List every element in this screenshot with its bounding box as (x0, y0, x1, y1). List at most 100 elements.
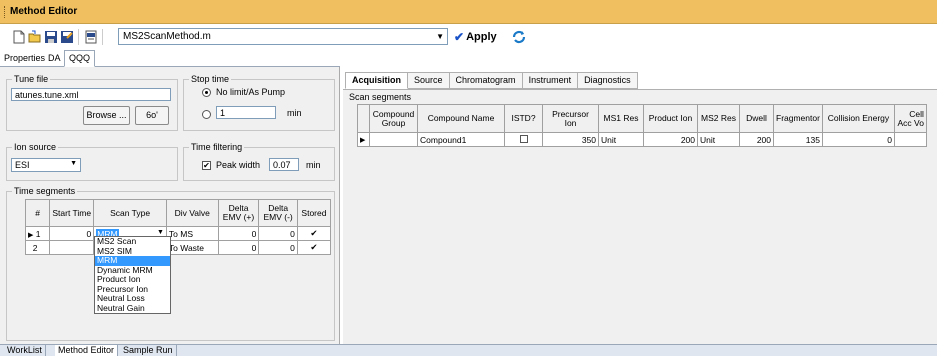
istd-checkbox[interactable] (519, 134, 528, 143)
stored-checkbox[interactable]: ✔ (296, 226, 332, 241)
apply-label: Apply (466, 31, 497, 43)
product-ion-cell[interactable]: 200 (643, 132, 698, 147)
glasses-icon[interactable]: 6o' (135, 106, 169, 125)
window-title: Method Editor (10, 6, 78, 17)
fragmentor-cell[interactable]: 135 (773, 132, 823, 147)
window-titlebar: Method Editor (0, 0, 937, 24)
stop-time-unit: min (287, 108, 302, 118)
tab-source[interactable]: Source (408, 72, 450, 89)
column-header[interactable]: Product Ion (643, 104, 698, 133)
column-header[interactable]: MS2 Res (697, 104, 740, 133)
tab-properties[interactable]: Properties (4, 53, 45, 63)
no-limit-label: No limit/As Pump (216, 87, 286, 97)
new-icon[interactable] (12, 30, 26, 44)
row-selector-header (357, 104, 370, 133)
column-header[interactable]: Scan Type (93, 199, 167, 227)
dwell-cell[interactable]: 200 (739, 132, 774, 147)
no-limit-radio[interactable] (202, 88, 211, 97)
column-header[interactable]: Collision Energy (821, 104, 895, 133)
column-header[interactable]: Stored (296, 199, 332, 227)
delta-emv-neg-cell[interactable]: 0 (258, 240, 298, 255)
ion-source-group: Ion source ESI ▼ (6, 142, 178, 181)
collision-energy-cell[interactable]: 0 (821, 132, 895, 147)
tab-instrument[interactable]: Instrument (522, 72, 579, 89)
chevron-down-icon: ▼ (436, 32, 444, 41)
tab-qqq[interactable]: QQQ (64, 50, 96, 67)
ion-source-label: Ion source (12, 142, 59, 152)
column-header[interactable]: ISTD? (504, 104, 543, 133)
scan-segments-table: Compound Group Compound Name ISTD? Precu… (357, 104, 927, 147)
dropdown-option[interactable]: Neutral Gain (95, 303, 170, 314)
row-pointer-icon: ▶ (357, 132, 370, 147)
tune-file-input[interactable]: atunes.tune.xml (11, 88, 171, 101)
column-header[interactable]: Compound Group (369, 104, 418, 133)
method-file-select[interactable]: MS2ScanMethod.m ▼ (118, 28, 448, 45)
column-header[interactable]: Fragmentor (773, 104, 823, 133)
delta-emv-pos-cell[interactable]: 0 (217, 226, 260, 241)
right-tabstrip: Acquisition Source Chromatogram Instrume… (345, 72, 638, 89)
delta-emv-pos-cell[interactable]: 0 (217, 240, 260, 255)
ion-source-select[interactable]: ESI ▼ (11, 158, 81, 172)
cell-acc-volt-cell[interactable] (893, 132, 927, 147)
column-header[interactable]: Delta EMV (+) (217, 199, 260, 227)
method-file-value: MS2ScanMethod.m (123, 31, 211, 42)
chevron-down-icon[interactable]: ▼ (157, 229, 164, 236)
tab-sample-run[interactable]: Sample Run (120, 345, 177, 356)
row-number: 2 (24, 240, 51, 255)
column-header[interactable]: MS1 Res (598, 104, 644, 133)
column-header[interactable]: Start Time (49, 199, 95, 227)
peak-width-label: Peak width (216, 160, 261, 170)
start-time-cell[interactable]: 0 (49, 226, 95, 241)
compound-name-cell[interactable]: Compound1 (417, 132, 505, 147)
stop-time-label: Stop time (189, 74, 232, 84)
precursor-ion-cell[interactable]: 350 (542, 132, 599, 147)
tab-worklist[interactable]: WorkList (4, 345, 46, 356)
toolbar-separator (102, 29, 103, 45)
column-header[interactable]: Dwell (739, 104, 774, 133)
toolbar-separator (78, 29, 79, 45)
tab-chromatogram[interactable]: Chromatogram (449, 72, 523, 89)
apply-button[interactable]: ✔ Apply (454, 29, 497, 45)
peak-width-input[interactable]: 0.07 (269, 158, 299, 171)
div-valve-cell[interactable]: To Waste (165, 240, 219, 255)
column-header[interactable]: Cell Acc Vo (893, 104, 927, 133)
ms1-res-cell[interactable]: Unit (598, 132, 644, 147)
tab-diagnostics[interactable]: Diagnostics (578, 72, 638, 89)
delta-emv-neg-cell[interactable]: 0 (258, 226, 298, 241)
div-valve-cell[interactable]: To MS (165, 226, 219, 241)
stop-time-radio[interactable] (202, 110, 211, 119)
table-row[interactable]: ▶ Compound1 350 Unit 200 Unit 200 135 0 (357, 132, 927, 147)
start-time-cell[interactable] (49, 240, 95, 255)
stop-time-group: Stop time No limit/As Pump 1 min (183, 74, 335, 131)
column-header[interactable]: Compound Name (417, 104, 505, 133)
save-as-icon[interactable] (60, 30, 74, 44)
tab-da[interactable]: DA (48, 53, 61, 63)
column-header[interactable]: Delta EMV (-) (258, 199, 298, 227)
column-header[interactable]: # (24, 199, 51, 227)
tab-acquisition[interactable]: Acquisition (345, 72, 408, 89)
tab-method-editor[interactable]: Method Editor (55, 345, 119, 356)
row-number: ▶ 1 (24, 226, 51, 241)
save-icon[interactable] (44, 30, 58, 44)
browse-button[interactable]: Browse ... (83, 106, 130, 125)
tune-file-label: Tune file (12, 74, 51, 84)
column-header[interactable]: Div Valve (165, 199, 219, 227)
tune-file-group: Tune file atunes.tune.xml Browse ... 6o' (6, 74, 178, 131)
peak-width-unit: min (306, 160, 321, 170)
print-icon[interactable] (84, 30, 98, 44)
ion-source-value: ESI (15, 160, 30, 170)
stored-checkbox[interactable]: ✔ (296, 240, 332, 255)
ms2-res-cell[interactable]: Unit (697, 132, 740, 147)
checkmark-icon: ✔ (454, 30, 465, 44)
chevron-down-icon: ▼ (70, 160, 77, 167)
column-header[interactable]: Precursor Ion (542, 104, 599, 133)
open-icon[interactable] (28, 30, 42, 44)
istd-checkbox-cell[interactable] (504, 132, 543, 147)
compound-group-cell[interactable] (369, 132, 418, 147)
table-row[interactable]: ▶ 1 0 MRM ▼ To MS 0 0 ✔ (24, 226, 332, 241)
stop-time-input[interactable]: 1 (216, 106, 276, 119)
refresh-icon[interactable] (510, 28, 528, 46)
peak-width-checkbox[interactable]: ✔ (202, 161, 211, 170)
grip-icon (4, 6, 6, 18)
table-row[interactable]: 2 To Waste 0 0 ✔ (24, 240, 332, 255)
